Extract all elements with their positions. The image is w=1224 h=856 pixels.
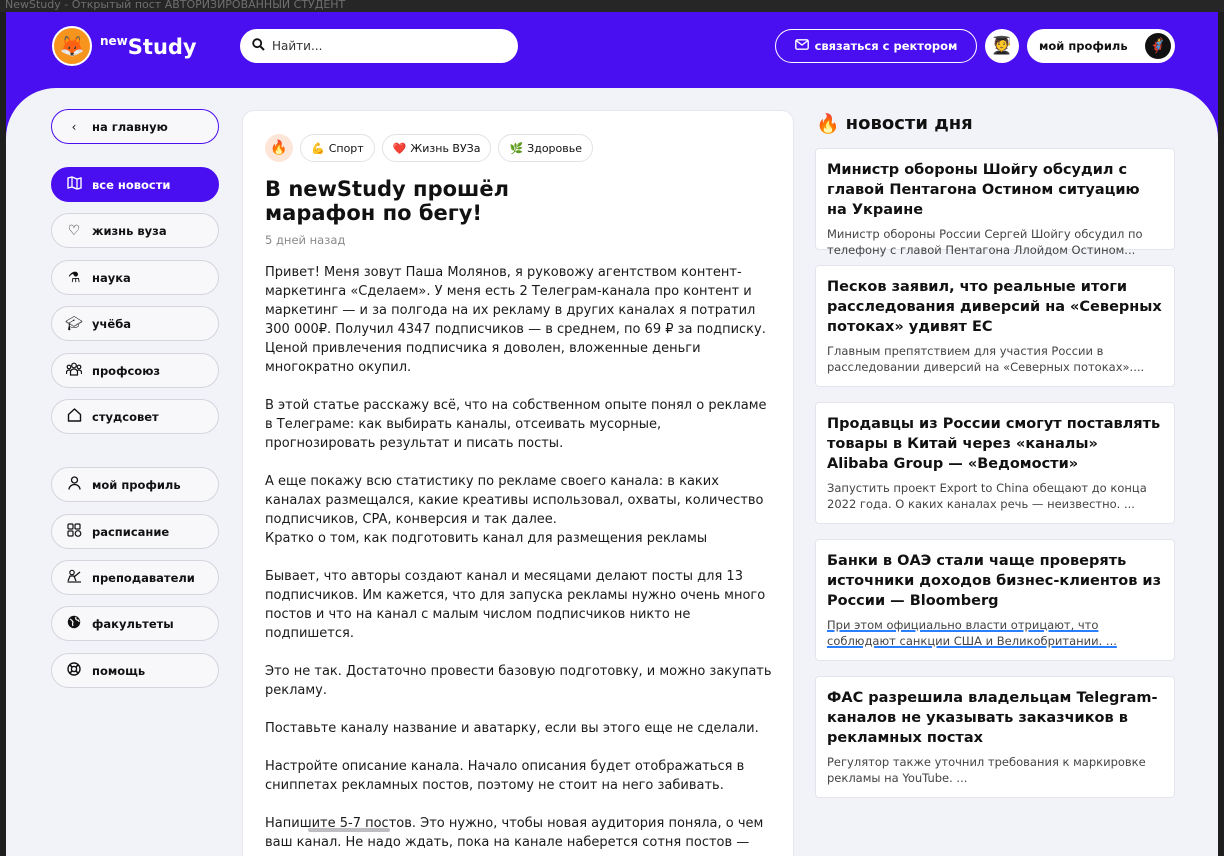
window-title: NewStudy - Открытый пост АВТОРИЗИРОВАННЫ… [0, 0, 1224, 12]
news-card-title: Банки в ОАЭ стали чаще проверять источни… [827, 553, 1162, 609]
sidebar-item-label: все новости [92, 177, 171, 192]
sidebar-item-my-profile[interactable]: мой профиль [51, 467, 219, 502]
logo-text-sup: new [100, 33, 128, 48]
sidebar-item-science[interactable]: ⚗ наука [51, 260, 219, 295]
article-paragraph: В этой статье расскажу всё, что на собст… [265, 398, 767, 451]
leaf-icon: 🌿 [509, 141, 524, 155]
article-paragraph: Это не так. Достаточно провести базовую … [265, 664, 772, 698]
sidebar-item-university-life[interactable]: ♡ жизнь вуза [51, 213, 219, 248]
sidebar-item-label: студсовет [92, 409, 159, 424]
article-body: Привет! Меня зовут Паша Молянов, я руков… [265, 263, 775, 856]
news-header: 🔥 новости дня [816, 112, 973, 135]
flask-icon: ⚗ [67, 269, 81, 286]
article-paragraph: Кратко о том, как подготовить канал для … [265, 531, 708, 546]
search-bar[interactable] [240, 29, 518, 63]
globe-icon [65, 615, 83, 633]
sidebar-item-union[interactable]: профсоюз [51, 353, 219, 388]
article-paragraph: А еще покажу всю статистику по рекламе с… [265, 474, 764, 527]
heart-icon: ♡ [67, 222, 81, 239]
sidebar-item-label: профсоюз [92, 363, 161, 378]
news-card-desc: Главным препятствием для участия России … [827, 344, 1145, 374]
news-card-title: ФАС разрешила владельцам Telegram-канало… [827, 690, 1158, 746]
news-card-desc: При этом официально власти отрицают, что… [827, 618, 1117, 648]
tag-sport[interactable]: 💪 Спорт [300, 134, 375, 162]
article-paragraph: Настройте описание канала. Начало описан… [265, 759, 745, 793]
app-window: 🦊 newStudy связаться с ректором 🧑‍🎓 мой … [6, 12, 1218, 856]
sidebar-item-faculties[interactable]: факультеты [51, 606, 219, 641]
home-icon [65, 407, 83, 426]
sidebar-item-label: учёба [92, 316, 131, 331]
article-tags: 🔥 💪 Спорт ❤️ Жизнь ВУЗа 🌿 Здоровье [265, 134, 600, 162]
news-card-title: Песков заявил, что реальные итоги рассле… [827, 279, 1162, 335]
news-card[interactable]: Песков заявил, что реальные итоги рассле… [815, 265, 1175, 387]
sidebar-item-label: помощь [92, 663, 146, 678]
tag-label: Здоровье [527, 141, 583, 155]
fire-icon: 🔥 [270, 140, 288, 156]
logo-text-main: Study [127, 34, 197, 59]
graduation-cap-icon: 🎓︎ [65, 315, 83, 332]
heart-icon: ❤️ [392, 141, 407, 155]
sidebar-item-teachers[interactable]: преподаватели [51, 560, 219, 595]
fire-tag[interactable]: 🔥 [265, 134, 293, 162]
article-paragraph: Бывает, что авторы создают канал и месяц… [265, 569, 766, 641]
news-card-desc: Запустить проект Export to China обещают… [827, 481, 1147, 511]
article-card: 🔥 💪 Спорт ❤️ Жизнь ВУЗа 🌿 Здоровье В new… [242, 110, 794, 856]
news-card[interactable]: Продавцы из России смогут поставлять тов… [815, 402, 1175, 524]
user-icon [65, 475, 83, 494]
tag-label: Спорт [328, 141, 364, 155]
sidebar-item-label: мой профиль [92, 477, 181, 492]
sidebar-item-all-news[interactable]: все новости [51, 167, 219, 202]
sidebar-item-help[interactable]: помощь [51, 653, 219, 688]
student-role-button[interactable]: 🧑‍🎓 [985, 29, 1019, 63]
news-title: новости дня [845, 113, 973, 134]
profile-button[interactable]: мой профиль 🦸 [1027, 29, 1175, 63]
article-date: 5 дней назад [265, 233, 346, 247]
search-icon [252, 37, 266, 55]
schedule-icon [65, 522, 83, 541]
contact-rector-label: связаться с ректором [814, 39, 958, 53]
fox-logo-icon: 🦊 [52, 26, 92, 66]
avatar: 🦸 [1145, 33, 1171, 59]
sidebar-item-label: расписание [92, 524, 170, 539]
sidebar-item-label: наука [92, 270, 131, 285]
news-card-desc: Регулятор также уточнил требования к мар… [827, 755, 1146, 785]
article-title: В newStudy прошёл марафон по бегу! [265, 177, 509, 225]
news-card[interactable]: Банки в ОАЭ стали чаще проверять источни… [815, 539, 1175, 661]
mail-icon [794, 39, 809, 53]
student-icon: 🧑‍🎓 [991, 36, 1013, 56]
people-icon [65, 362, 83, 380]
tag-health[interactable]: 🌿 Здоровье [498, 134, 594, 162]
search-input[interactable] [272, 39, 492, 53]
muscle-icon: 💪 [311, 141, 325, 155]
news-card-title: Продавцы из России смогут поставлять тов… [827, 416, 1161, 472]
profile-label: мой профиль [1039, 39, 1128, 53]
sidebar-item-schedule[interactable]: расписание [51, 514, 219, 549]
scroll-indicator[interactable] [308, 828, 390, 832]
logo-text: newStudy [100, 34, 197, 59]
sidebar-item-label: жизнь вуза [92, 223, 167, 238]
chevron-left-icon: ‹ [71, 119, 77, 134]
lifebuoy-icon [65, 661, 83, 680]
sidebar-item-study[interactable]: 🎓︎ учёба [51, 306, 219, 341]
news-card[interactable]: Министр обороны Шойгу обсудил с главой П… [815, 148, 1175, 257]
tag-label: Жизнь ВУЗа [410, 141, 481, 155]
tag-university-life[interactable]: ❤️ Жизнь ВУЗа [381, 134, 492, 162]
contact-rector-button[interactable]: связаться с ректором [775, 29, 977, 63]
sidebar-item-label: преподаватели [92, 570, 195, 585]
map-icon [65, 175, 83, 194]
news-card-title: Министр обороны Шойгу обсудил с главой П… [827, 162, 1140, 218]
fire-icon: 🔥 [816, 113, 840, 135]
logo[interactable]: 🦊 newStudy [52, 26, 197, 66]
sidebar-item-student-council[interactable]: студсовет [51, 399, 219, 434]
news-card-desc: Министр обороны России Сергей Шойгу обсу… [827, 227, 1143, 257]
sidebar-item-label: факультеты [92, 616, 174, 631]
article-paragraph: Напишите 5-7 постов. Это нужно, чтобы но… [265, 816, 764, 850]
back-home-button[interactable]: ‹ на главную [51, 109, 219, 144]
back-home-label: на главную [92, 119, 168, 134]
article-paragraph: Поставьте каналу название и аватарку, ес… [265, 721, 759, 736]
news-card[interactable]: ФАС разрешила владельцам Telegram-канало… [815, 676, 1175, 798]
teacher-icon [65, 569, 83, 587]
article-paragraph: Привет! Меня зовут Паша Молянов, я руков… [265, 265, 766, 375]
content-area: ‹ на главную все новости ♡ жизнь вуза ⚗ … [6, 88, 1218, 856]
